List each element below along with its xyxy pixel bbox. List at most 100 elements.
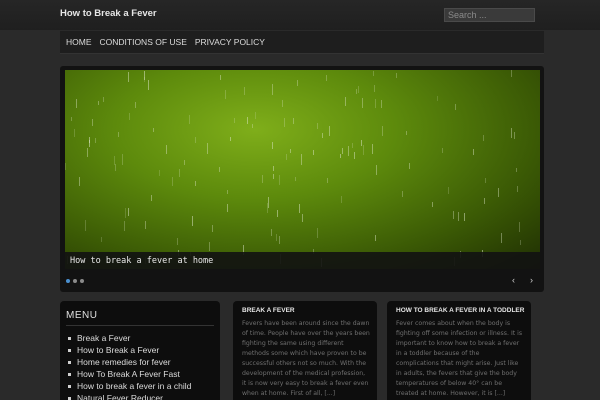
- rain-streak: [103, 97, 105, 103]
- rain-streak: [457, 211, 459, 221]
- post-title[interactable]: BREAK A FEVER: [242, 307, 295, 314]
- top-bar: How to Break a Fever: [0, 0, 600, 30]
- rain-streak: [354, 151, 356, 160]
- rain-streak: [74, 128, 76, 138]
- menu-item-how-to-break-a-fever[interactable]: How to Break a Fever: [68, 344, 191, 356]
- slider-prev-icon[interactable]: ‹: [512, 275, 515, 285]
- rain-streak: [358, 86, 360, 94]
- rain-streak: [317, 227, 319, 238]
- menu-item-break-fever-fast[interactable]: How To Break A Fever Fast: [68, 368, 191, 380]
- post-title[interactable]: HOW TO BREAK A FEVER IN A TODDLER: [396, 307, 524, 314]
- rain-streak: [192, 215, 194, 226]
- rain-streak: [262, 174, 264, 184]
- rain-streak: [381, 126, 383, 136]
- rain-streak: [511, 127, 513, 138]
- rain-streak: [166, 144, 168, 154]
- rain-streak: [266, 203, 268, 213]
- rain-streak: [91, 118, 93, 127]
- rain-streak: [375, 235, 377, 241]
- rain-streak: [376, 164, 378, 176]
- rain-streak: [234, 117, 236, 124]
- rain-streak: [340, 195, 342, 203]
- rain-streak: [189, 114, 191, 125]
- rain-streak: [380, 100, 382, 108]
- menu-item-natural-fever-reducer[interactable]: Natural Fever Reducer: [68, 392, 191, 400]
- post-excerpt: Fevers have been around since the dawn o…: [242, 320, 370, 397]
- bullet-icon: [68, 396, 71, 400]
- rain-streak: [98, 100, 100, 106]
- rain-streak: [87, 148, 89, 158]
- rain-streak: [247, 117, 249, 124]
- rain-streak: [211, 225, 213, 233]
- slide-image[interactable]: [65, 70, 540, 269]
- rain-streak: [362, 97, 364, 109]
- rain-streak: [322, 132, 324, 138]
- rain-streak: [273, 174, 275, 179]
- rain-streak: [431, 201, 433, 208]
- slide-caption[interactable]: How to break a fever at home: [65, 252, 540, 269]
- rain-streak: [453, 211, 455, 219]
- bullet-icon: [68, 384, 71, 388]
- rain-streak: [151, 194, 153, 201]
- rain-streak: [328, 126, 330, 136]
- rain-streak: [520, 239, 522, 246]
- rain-streak: [325, 74, 327, 81]
- slider-dot-1[interactable]: [66, 279, 70, 283]
- rain-streak: [230, 136, 232, 142]
- site-title[interactable]: How to Break a Fever: [60, 8, 157, 19]
- menu-item-break-a-fever[interactable]: Break a Fever: [68, 332, 191, 344]
- rain-streak: [401, 191, 403, 198]
- rain-streak: [220, 75, 222, 80]
- slider-next-icon[interactable]: ›: [530, 275, 533, 285]
- rain-streak: [292, 117, 294, 125]
- post-card: HOW TO BREAK A FEVER IN A TODDLER Fever …: [387, 301, 531, 400]
- rain-streak: [128, 112, 130, 120]
- rain-streak: [396, 72, 398, 78]
- rain-streak: [463, 212, 465, 221]
- nav-home[interactable]: HOME: [66, 37, 92, 47]
- rain-streak: [372, 71, 374, 76]
- slider-dot-2[interactable]: [73, 279, 77, 283]
- nav-privacy-policy[interactable]: PRIVACY POLICY: [195, 37, 265, 47]
- search-input[interactable]: [444, 8, 535, 22]
- rain-streak: [144, 221, 146, 230]
- rain-streak: [121, 154, 123, 166]
- menu-item-home-remedies[interactable]: Home remedies for fever: [68, 356, 191, 368]
- rain-streak: [65, 162, 67, 170]
- rain-streak: [442, 148, 444, 153]
- rain-streak: [271, 84, 273, 96]
- menu-item-label: Home remedies for fever: [77, 357, 171, 367]
- rain-streak: [251, 123, 253, 128]
- menu-item-label: How to Break a Fever: [77, 345, 160, 355]
- slider-dot-3[interactable]: [80, 279, 84, 283]
- menu-title: MENU: [66, 310, 98, 321]
- rain-streak: [485, 177, 487, 183]
- rain-streak: [88, 136, 90, 144]
- rain-streak: [373, 84, 375, 93]
- rain-streak: [301, 154, 303, 165]
- rain-streak: [515, 167, 517, 172]
- rain-streak: [115, 164, 117, 172]
- rain-streak: [348, 146, 350, 156]
- menu-divider: [66, 325, 214, 326]
- rain-streak: [113, 156, 115, 166]
- rain-streak: [295, 176, 297, 182]
- rain-streak: [497, 187, 499, 198]
- rain-streak: [298, 203, 300, 214]
- rain-streak: [134, 101, 136, 108]
- menu-widget: MENU Break a Fever How to Break a Fever …: [60, 301, 220, 400]
- menu-item-label: Natural Fever Reducer: [77, 393, 163, 400]
- rain-streak: [409, 163, 411, 170]
- main-nav: HOME CONDITIONS OF USE PRIVACY POLICY: [60, 31, 544, 54]
- bullet-icon: [68, 348, 71, 352]
- rain-streak: [101, 237, 103, 242]
- rain-streak: [405, 130, 407, 135]
- rain-streak: [206, 143, 208, 154]
- rain-streak: [317, 123, 319, 130]
- rain-streak: [227, 203, 229, 212]
- post-card: BREAK A FEVER Fevers have been around si…: [233, 301, 377, 400]
- menu-item-fever-in-child[interactable]: How to break a fever in a child: [68, 380, 191, 392]
- nav-conditions-of-use[interactable]: CONDITIONS OF USE: [100, 37, 187, 47]
- rain-streak: [302, 214, 304, 223]
- rain-streak: [436, 95, 438, 102]
